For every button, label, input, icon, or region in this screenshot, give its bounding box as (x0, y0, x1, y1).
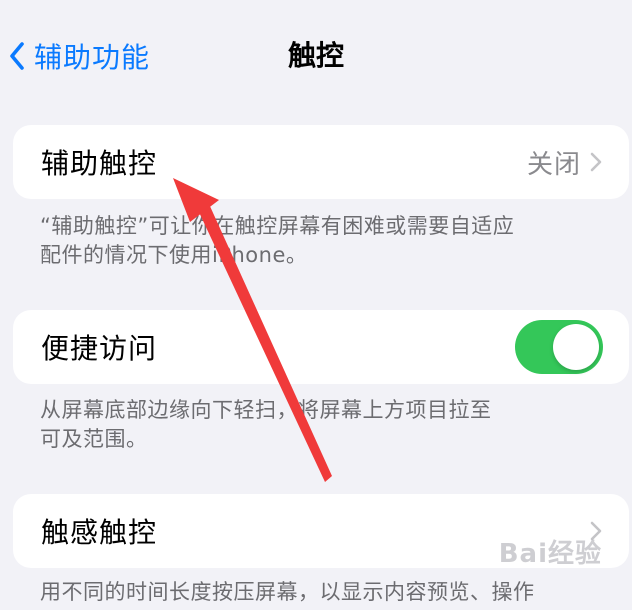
footer-line: “辅助触控”可让你在触控屏幕有困难或需要自适应 (40, 214, 515, 238)
navigation-bar: 辅助功能 触控 (0, 0, 632, 110)
reachability-label: 便捷访问 (41, 332, 158, 365)
watermark-logo: Bai经验 (498, 539, 602, 569)
footer-line: 从屏幕底部边缘向下轻扫，将屏幕上方项目拉至 (40, 398, 492, 422)
haptic-touch-footer: 用不同的时间长度按压屏幕，以显示内容预览、操作 (40, 578, 560, 607)
haptic-touch-label: 触感触控 (41, 516, 158, 549)
reachability-footer: 从屏幕底部边缘向下轻扫，将屏幕上方项目拉至 可及范围。 (40, 396, 560, 454)
assistive-touch-label: 辅助触控 (41, 147, 158, 180)
assistive-touch-value: 关闭 (526, 149, 581, 180)
reachability-toggle[interactable] (515, 320, 603, 374)
page-title: 触控 (287, 39, 344, 72)
footer-line: 可及范围。 (40, 427, 148, 451)
toggle-knob (553, 324, 599, 370)
chevron-right-icon (589, 151, 603, 173)
footer-line: 用不同的时间长度按压屏幕，以显示内容预览、操作 (40, 580, 535, 604)
reachability-row: 便捷访问 (13, 310, 629, 384)
assistive-touch-row[interactable]: 辅助触控 关闭 (13, 125, 629, 199)
footer-line: 配件的情况下使用iPhone。 (40, 243, 308, 267)
assistive-touch-footer: “辅助触控”可让你在触控屏幕有困难或需要自适应 配件的情况下使用iPhone。 (40, 212, 560, 270)
